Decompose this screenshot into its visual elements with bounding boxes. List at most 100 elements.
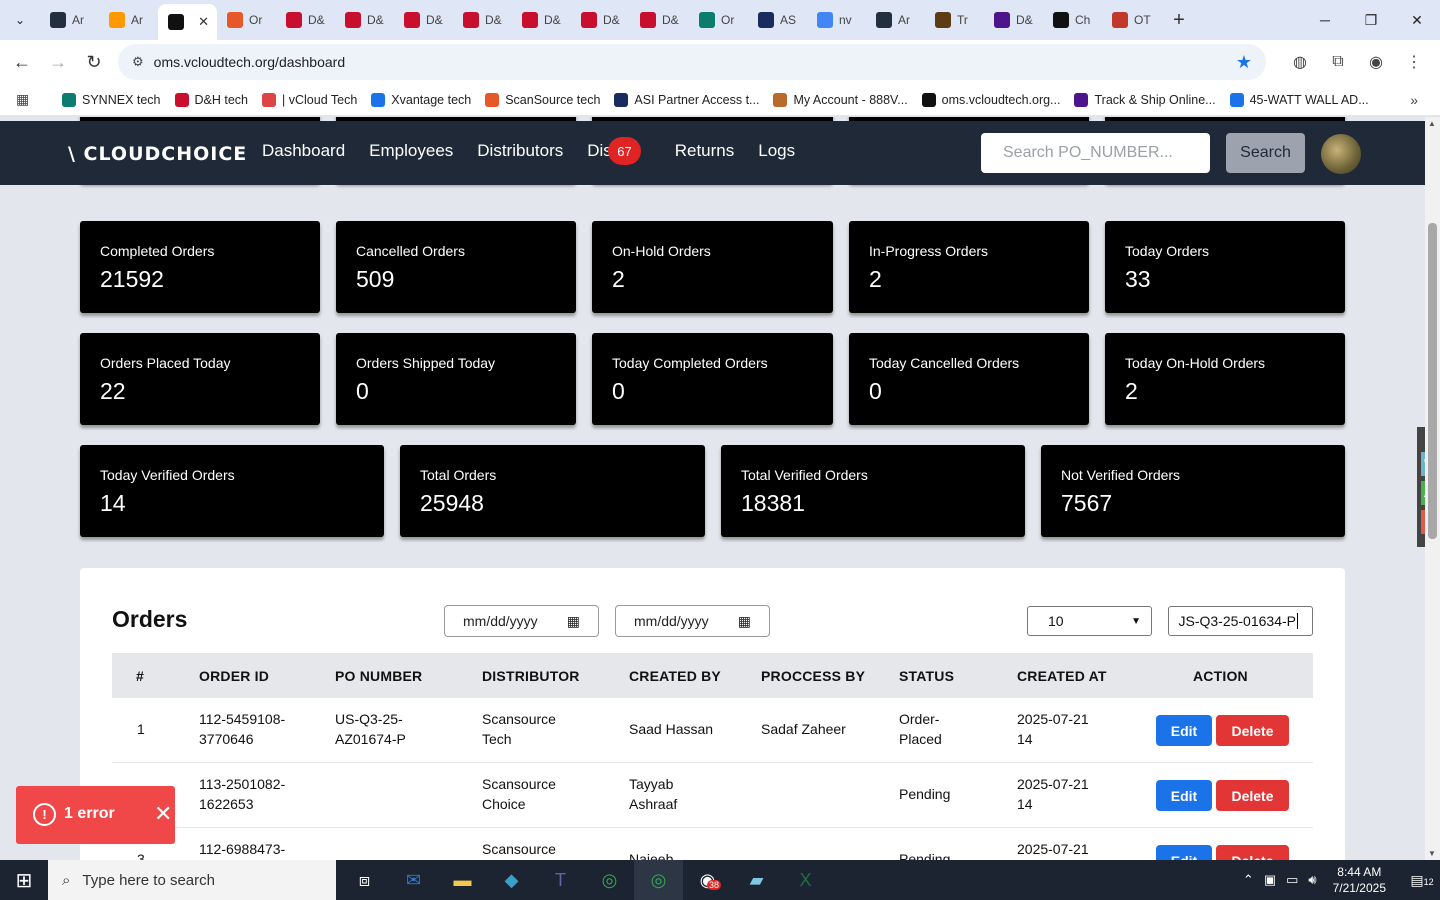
windows-start-icon[interactable]: ⊞ [0, 860, 48, 900]
side-tab-a[interactable]: A [1421, 481, 1425, 505]
scroll-down-icon[interactable]: ▼ [1428, 849, 1436, 858]
site-info-icon[interactable]: ⚙ [132, 54, 144, 70]
tab-search-chevron-icon[interactable]: ⌄ [6, 6, 34, 34]
bookmark-item[interactable]: ScanSource tech [485, 92, 600, 107]
browser-tab[interactable]: Ar [866, 4, 925, 36]
nav-employees[interactable]: Employees [369, 141, 453, 161]
search-button[interactable]: Search [1226, 133, 1305, 173]
bookmarks-overflow-icon[interactable]: » [1410, 92, 1418, 108]
tray-chevron-up-icon[interactable]: ⌃ [1243, 872, 1254, 888]
browser-tab[interactable]: Ch [1043, 4, 1102, 36]
browser-tab[interactable]: D& [453, 4, 512, 36]
browser-tab[interactable]: D& [276, 4, 335, 36]
bookmark-item[interactable]: D&H tech [174, 92, 248, 107]
teams-icon[interactable]: T [536, 860, 585, 900]
excel-icon[interactable]: X [781, 860, 830, 900]
back-arrow-icon[interactable]: ← [4, 44, 40, 80]
page-scrollbar[interactable]: ▲ ▼ [1425, 117, 1440, 860]
calendar-icon[interactable]: ▦ [567, 613, 580, 630]
browser-tab[interactable]: Or [689, 4, 748, 36]
bookmark-star-icon[interactable]: ★ [1236, 52, 1252, 73]
delete-button[interactable]: Delete [1216, 845, 1289, 860]
end-date-input[interactable]: mm/dd/yyyy ▦ [615, 605, 770, 637]
zoom-icon[interactable]: ◉ 38 [683, 860, 732, 900]
browser-tab[interactable]: Or [217, 4, 276, 36]
po-number-search-input[interactable] [981, 133, 1210, 173]
side-tab-in[interactable]: In [1421, 510, 1425, 534]
nav-dashboard[interactable]: Dashboard [262, 141, 345, 161]
apps-grid-icon[interactable]: ▦ [16, 91, 36, 108]
volume-icon[interactable]: 🔊︎ [1308, 872, 1316, 888]
bookmark-item[interactable]: Xvantage tech [371, 92, 471, 107]
outlook-icon[interactable]: ✉ [389, 860, 438, 900]
extensions-puzzle-icon[interactable]: ⧉ [1320, 44, 1356, 80]
notification-center-icon[interactable]: ▤12 [1404, 872, 1440, 889]
calendar-icon[interactable]: ▦ [738, 613, 751, 630]
browser-tab[interactable]: D& [630, 4, 689, 36]
stat-card: Completed Orders 21592 [80, 221, 320, 313]
browser-tab[interactable]: OT [1102, 4, 1161, 36]
forward-arrow-icon[interactable]: → [40, 44, 76, 80]
scrollbar-thumb[interactable] [1428, 223, 1437, 539]
delete-button[interactable]: Delete [1216, 715, 1289, 746]
edit-button[interactable]: Edit [1156, 780, 1212, 811]
browser-tab[interactable]: Ar [40, 4, 99, 36]
browser-tab[interactable]: nv [807, 4, 866, 36]
edit-button[interactable]: Edit [1156, 715, 1212, 746]
minimize-icon[interactable]: ─ [1302, 0, 1348, 40]
browser-tab[interactable]: D& [335, 4, 394, 36]
scroll-up-icon[interactable]: ▲ [1428, 119, 1436, 128]
browser-tab[interactable]: ✕ [158, 4, 217, 40]
toast-close-icon[interactable]: ✕ [154, 801, 172, 827]
browser-tab[interactable]: Tr [925, 4, 984, 36]
menu-kebab-icon[interactable]: ⋮ [1396, 44, 1432, 80]
taskbar-search-box[interactable]: ⌕ Type here to search [48, 860, 336, 900]
po-filter-input[interactable]: JS-Q3-25-01634-P [1168, 606, 1313, 636]
task-view-icon[interactable]: ⧈ [340, 860, 389, 900]
nav-returns[interactable]: Returns [675, 141, 735, 161]
browser-tab[interactable]: AS [748, 4, 807, 36]
bookmark-item[interactable]: | vCloud Tech [262, 92, 357, 107]
address-bar[interactable]: ⚙ oms.vcloudtech.org/dashboard ★ [118, 44, 1266, 80]
bookmark-item[interactable]: ASI Partner Access t... [614, 92, 759, 107]
translate-icon[interactable]: ◍ [1282, 44, 1318, 80]
file-explorer-icon[interactable]: ▬ [438, 860, 487, 900]
restore-icon[interactable]: ❐ [1348, 0, 1394, 40]
window-close-icon[interactable]: ✕ [1394, 0, 1440, 40]
tab-close-icon[interactable]: ✕ [198, 14, 209, 30]
tab-list: Ar Ar ✕ Or D& D& D& D& D& D& D& Or AS nv Ar Tr D& Ch OT [40, 0, 1161, 40]
bookmark-item[interactable]: My Account - 888V... [773, 92, 908, 107]
app-pad-icon[interactable]: ▰ [732, 860, 781, 900]
side-tab-w[interactable]: W [1421, 452, 1425, 476]
bookmark-item[interactable]: oms.vcloudtech.org... [921, 92, 1060, 107]
edit-button[interactable]: Edit [1156, 845, 1212, 860]
delete-button[interactable]: Delete [1216, 780, 1289, 811]
nav-distributors[interactable]: Distributors [477, 141, 563, 161]
page-size-select[interactable]: 10 ▼ [1027, 606, 1152, 636]
start-date-input[interactable]: mm/dd/yyyy ▦ [444, 605, 599, 637]
network-icon[interactable]: ▭ [1286, 872, 1298, 888]
bookmark-item[interactable]: 45-WATT WALL AD... [1229, 92, 1369, 107]
system-clock[interactable]: 8:44 AM 7/21/2025 [1333, 864, 1386, 896]
app-diamond-icon[interactable]: ◆ [487, 860, 536, 900]
chrome-icon[interactable]: ◎ [585, 860, 634, 900]
browser-tab[interactable]: D& [512, 4, 571, 36]
tab-title: D& [544, 13, 561, 27]
browser-tab[interactable]: Ar [99, 4, 158, 36]
user-avatar[interactable] [1321, 134, 1361, 174]
reload-icon[interactable]: ↻ [76, 44, 112, 80]
profile-icon[interactable]: ◉ [1358, 44, 1394, 80]
cloudchoice-logo[interactable]: \ CLOUDCHOICE [68, 143, 247, 165]
tray-app-icon[interactable]: ▣ [1264, 872, 1276, 888]
chrome-active-icon[interactable]: ◎ [634, 860, 683, 900]
nav-logs[interactable]: Logs [758, 141, 795, 161]
notification-count: 12 [1423, 876, 1434, 887]
new-tab-plus-icon[interactable]: + [1165, 6, 1193, 34]
browser-tab[interactable]: D& [394, 4, 453, 36]
stat-label: Today Cancelled Orders [869, 355, 1020, 371]
bookmark-item[interactable]: SYNNEX tech [62, 92, 161, 107]
browser-tab[interactable]: D& [571, 4, 630, 36]
bookmark-item[interactable]: Track & Ship Online... [1074, 92, 1216, 107]
error-toast[interactable]: ! 1 error ✕ [16, 786, 175, 844]
browser-tab[interactable]: D& [984, 4, 1043, 36]
